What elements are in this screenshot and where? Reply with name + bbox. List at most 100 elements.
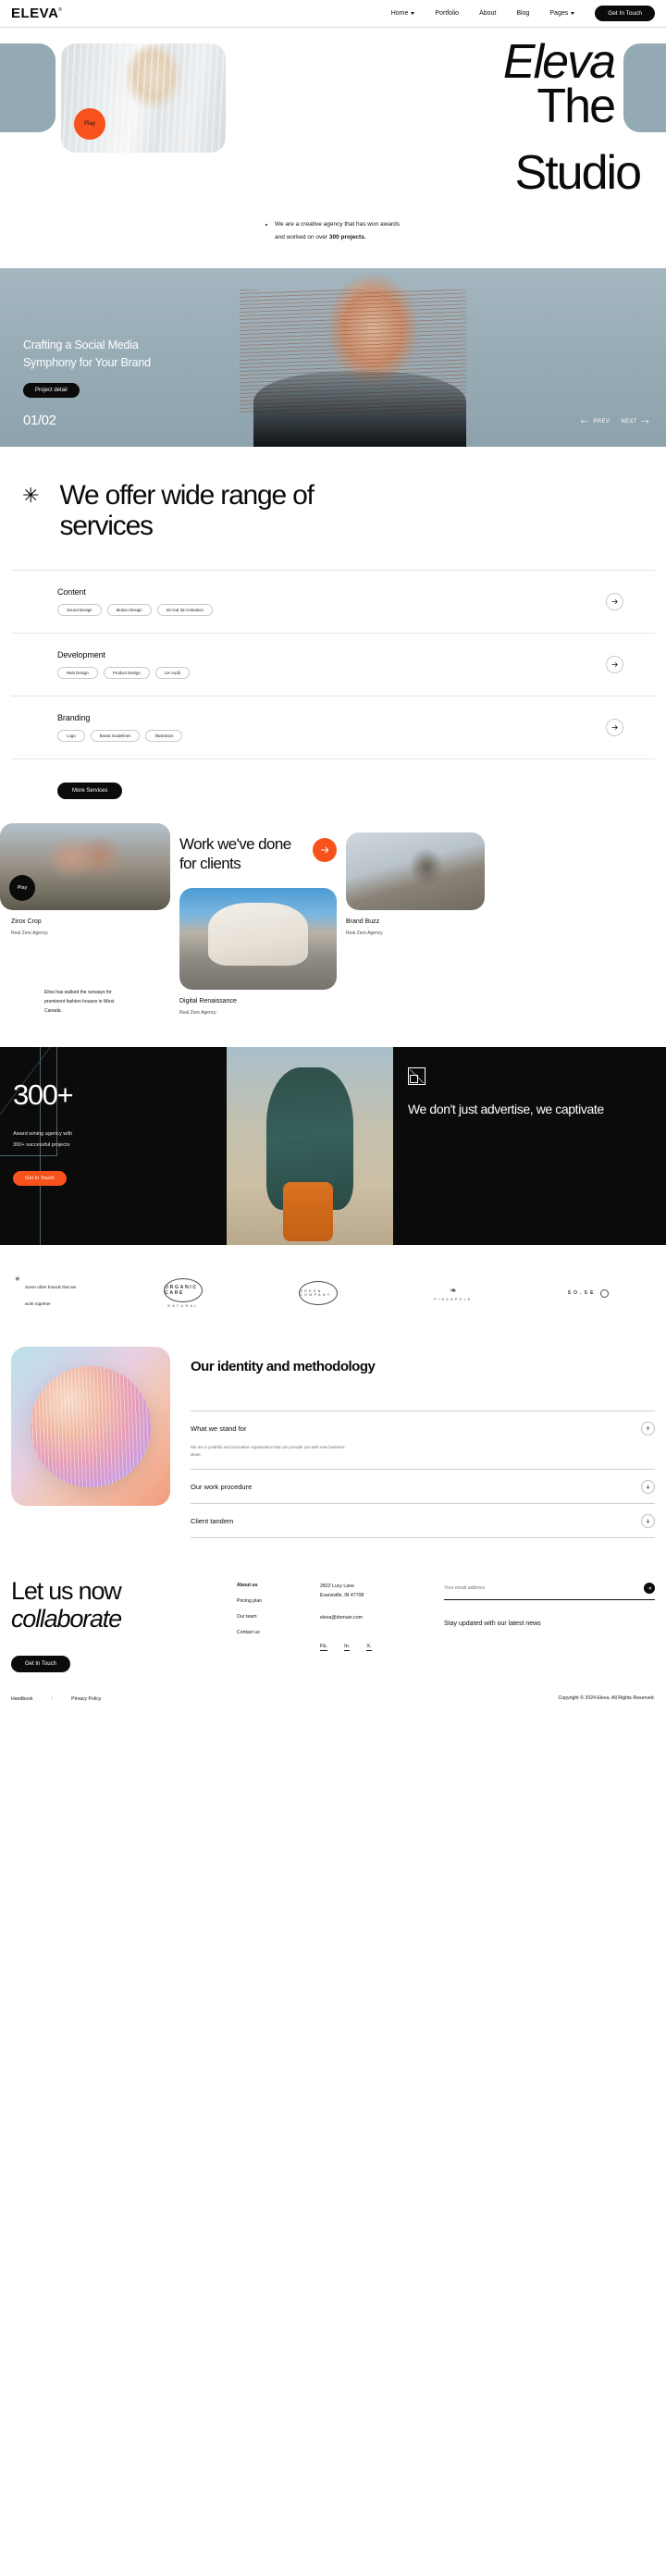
brands-lead: ✳ Some other brands that we work togethe… — [15, 1276, 111, 1310]
accordion-toggle-button[interactable] — [641, 1480, 655, 1495]
brand-subtitle: NATURAL — [167, 1304, 199, 1309]
brands-lead-line-1: Some other brands that we — [24, 1285, 77, 1290]
service-title: Development — [57, 649, 105, 659]
social-link-linkedin[interactable]: In. — [344, 1644, 351, 1651]
stats-section: 300+ Award wining agency with 300+ succe… — [0, 1047, 666, 1246]
slider-prev-button[interactable]: PREV — [581, 419, 610, 425]
stats-get-in-touch-button[interactable]: Get In Touch — [13, 1170, 67, 1186]
work-column-middle: Work we've done for clients Digital Rena… — [179, 834, 337, 1016]
hero-subtitle-line-1: We are a creative agency that has won aw… — [275, 218, 400, 231]
social-link-x[interactable]: X. — [366, 1644, 372, 1651]
accordion-item-what-we-stand-for[interactable]: What we stand for We are a youthful and … — [191, 1410, 655, 1470]
footer-cta-block: Let us now collaborate Get In Touch — [11, 1577, 224, 1672]
footer-links: About us Pricing plan Our team Contact u… — [237, 1577, 307, 1645]
service-row-content[interactable]: Content Sound Design Motion Design 2d An… — [11, 571, 655, 634]
services-list: Content Sound Design Motion Design 2d An… — [11, 569, 655, 759]
identity-heading: Our identity and methodology — [191, 1359, 376, 1375]
accordion-item-client-tandem[interactable]: Client tandem — [191, 1503, 655, 1539]
footer-get-in-touch-button[interactable]: Get In Touch — [11, 1655, 70, 1672]
nav-label: Blog — [516, 10, 530, 17]
nav-label: Home — [390, 10, 409, 17]
accordion-title: What we stand for — [191, 1424, 247, 1433]
arrow-right-icon — [648, 1586, 652, 1590]
asterisk-icon: ✳ — [22, 483, 40, 507]
brand-name: GREEN COMPANY — [300, 1289, 332, 1298]
service-tag: Sound Design — [57, 603, 102, 616]
identity-visual — [11, 1347, 170, 1507]
work-section: Play Zirox Crop Real Zero Agency Eliva h… — [0, 799, 666, 1016]
service-arrow-button[interactable] — [606, 718, 623, 736]
arrow-right-icon — [611, 598, 618, 604]
brand-logo-sose: SO.SE — [525, 1288, 651, 1298]
more-services-button[interactable]: More Services — [57, 782, 123, 799]
footer-link-about-us[interactable]: About us — [237, 1583, 307, 1588]
identity-accordion: What we stand for We are a youthful and … — [191, 1410, 655, 1539]
stats-right-heading: We don't just advertise, we captivate — [408, 1102, 604, 1117]
work-card-image-digital-renaissance[interactable] — [179, 888, 337, 991]
identity-content: Our identity and methodology What we sta… — [191, 1347, 655, 1539]
nav-item-pages[interactable]: Pages — [549, 10, 575, 17]
arrow-down-icon — [646, 1485, 650, 1489]
nav-item-home[interactable]: Home — [391, 10, 415, 17]
accordion-item-our-work-procedure[interactable]: Our work procedure — [191, 1469, 655, 1503]
footer-bottom-bar: Handbook / Privacy Policy Copyright © 20… — [0, 1672, 666, 1720]
slider-next-button[interactable]: NEXT — [621, 419, 649, 425]
slider-image-shadow — [253, 371, 466, 447]
accordion-toggle-button[interactable] — [641, 1421, 655, 1436]
brand-name: SO.SE — [567, 1290, 597, 1297]
service-row-development[interactable]: Development Web Design Product Design UX… — [11, 634, 655, 696]
newsletter-email-input[interactable] — [444, 1585, 638, 1592]
brand-logo[interactable]: ELEVA® — [11, 6, 63, 20]
service-tags: Sound Design Motion Design 2d And 3d Ani… — [57, 603, 606, 616]
brand-logo-pineapple: ❧ PINEAPPLE — [390, 1286, 516, 1301]
nav-label: Pages — [549, 10, 569, 17]
footer-link-contact-us[interactable]: Contact us — [237, 1630, 307, 1635]
stats-caption-line-1: Award wining agency with — [13, 1131, 73, 1138]
footer-link-privacy-policy[interactable]: Privacy Policy — [71, 1696, 101, 1702]
hero-decor-left — [0, 43, 56, 132]
nav-item-about[interactable]: About — [479, 10, 496, 17]
footer-link-pricing-plan[interactable]: Pricing plan — [237, 1598, 307, 1604]
stats-number: 300+ — [13, 1078, 74, 1112]
nav-item-blog[interactable]: Blog — [516, 10, 529, 17]
work-card-image-brand-buzz[interactable] — [346, 832, 485, 910]
wreath-icon: ORGANIC CARE — [164, 1278, 203, 1303]
hero-title-line-1: Eleva — [502, 35, 616, 89]
hero-title: Eleva The — [231, 35, 618, 131]
brand-logo-text: ELEVA — [11, 6, 59, 21]
work-play-button[interactable]: Play — [9, 874, 35, 901]
slider-navigation: PREV NEXT — [581, 419, 649, 425]
service-arrow-button[interactable] — [606, 655, 623, 673]
social-link-facebook[interactable]: Fb. — [320, 1644, 328, 1651]
work-card-image-zirox[interactable]: Play — [0, 822, 170, 910]
nav-item-portfolio[interactable]: Portfolio — [435, 10, 459, 17]
hero-image: Play — [61, 43, 226, 153]
accordion-title: Our work procedure — [191, 1483, 253, 1492]
brands-section: ✳ Some other brands that we work togethe… — [0, 1245, 666, 1337]
service-row-branding[interactable]: Branding Logo Brand Guidelines Illustrat… — [11, 696, 655, 759]
project-detail-button[interactable]: Project detail — [23, 383, 80, 399]
service-tag: Motion Design — [106, 603, 152, 616]
chevron-down-icon — [571, 12, 575, 15]
hero-play-button[interactable]: Play — [74, 108, 105, 140]
chevron-down-icon — [411, 12, 415, 15]
accordion-body: We are a youthful and innovative organis… — [191, 1444, 345, 1458]
service-tags: Web Design Product Design UX Audit — [57, 666, 606, 679]
site-footer: Let us now collaborate Get In Touch Abou… — [0, 1538, 666, 1672]
footer-heading: Let us now collaborate — [11, 1577, 224, 1633]
work-arrow-button[interactable] — [313, 837, 337, 862]
work-card-title: Brand Buzz — [346, 918, 380, 925]
service-tag: Product Design — [103, 666, 150, 679]
accordion-toggle-button[interactable] — [641, 1514, 655, 1529]
brand-logo-green-company: GREEN COMPANY — [255, 1281, 381, 1306]
newsletter-submit-button[interactable] — [644, 1583, 655, 1595]
slider-headline-line-2: Symphony for Your Brand — [23, 356, 151, 370]
brands-lead-line-2: work together — [24, 1301, 51, 1307]
footer-link-handbook[interactable]: Handbook — [11, 1696, 33, 1702]
footer-email[interactable]: eleva@domain.com — [320, 1614, 431, 1623]
brand-logo-organic-care: ORGANIC CARE NATURAL — [120, 1278, 246, 1308]
get-in-touch-button[interactable]: Get In Touch — [595, 6, 655, 21]
service-arrow-button[interactable] — [606, 592, 623, 610]
slider-counter: 01/02 — [23, 412, 56, 428]
footer-link-our-team[interactable]: Our team — [237, 1614, 307, 1620]
